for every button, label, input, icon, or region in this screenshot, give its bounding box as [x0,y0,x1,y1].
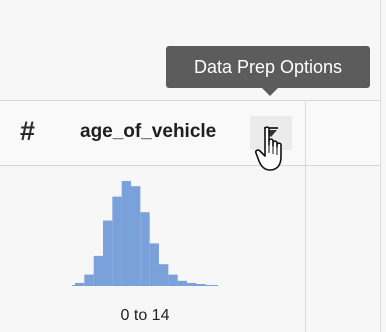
grid-divider [380,0,381,332]
tooltip-arrow [262,88,278,96]
column-name[interactable]: age_of_vehicle [80,121,216,143]
hand-cursor-icon [255,126,282,171]
column-divider [305,100,306,332]
histogram-bar [75,282,85,285]
histogram-bar [196,283,206,285]
histogram-bar [121,181,131,285]
histogram-bar [112,196,122,285]
age-histogram[interactable] [70,175,220,290]
numeric-type-icon: # [20,116,36,146]
histogram-bar [168,274,178,285]
data-prep-panel: Data Prep Options # age_of_vehicle 0 to … [0,0,386,332]
histogram-bar [187,282,197,285]
data-prep-options-tooltip: Data Prep Options [166,46,370,88]
histogram-bar [103,220,113,285]
histogram-bar [140,212,150,285]
histogram-bar [177,280,187,285]
histogram-bar [93,255,103,285]
histogram-bar [159,264,169,285]
histogram-bar [84,274,94,285]
histogram-bar [149,243,159,285]
value-range-label: 0 to 14 [120,307,170,324]
histogram-bar [131,186,141,285]
